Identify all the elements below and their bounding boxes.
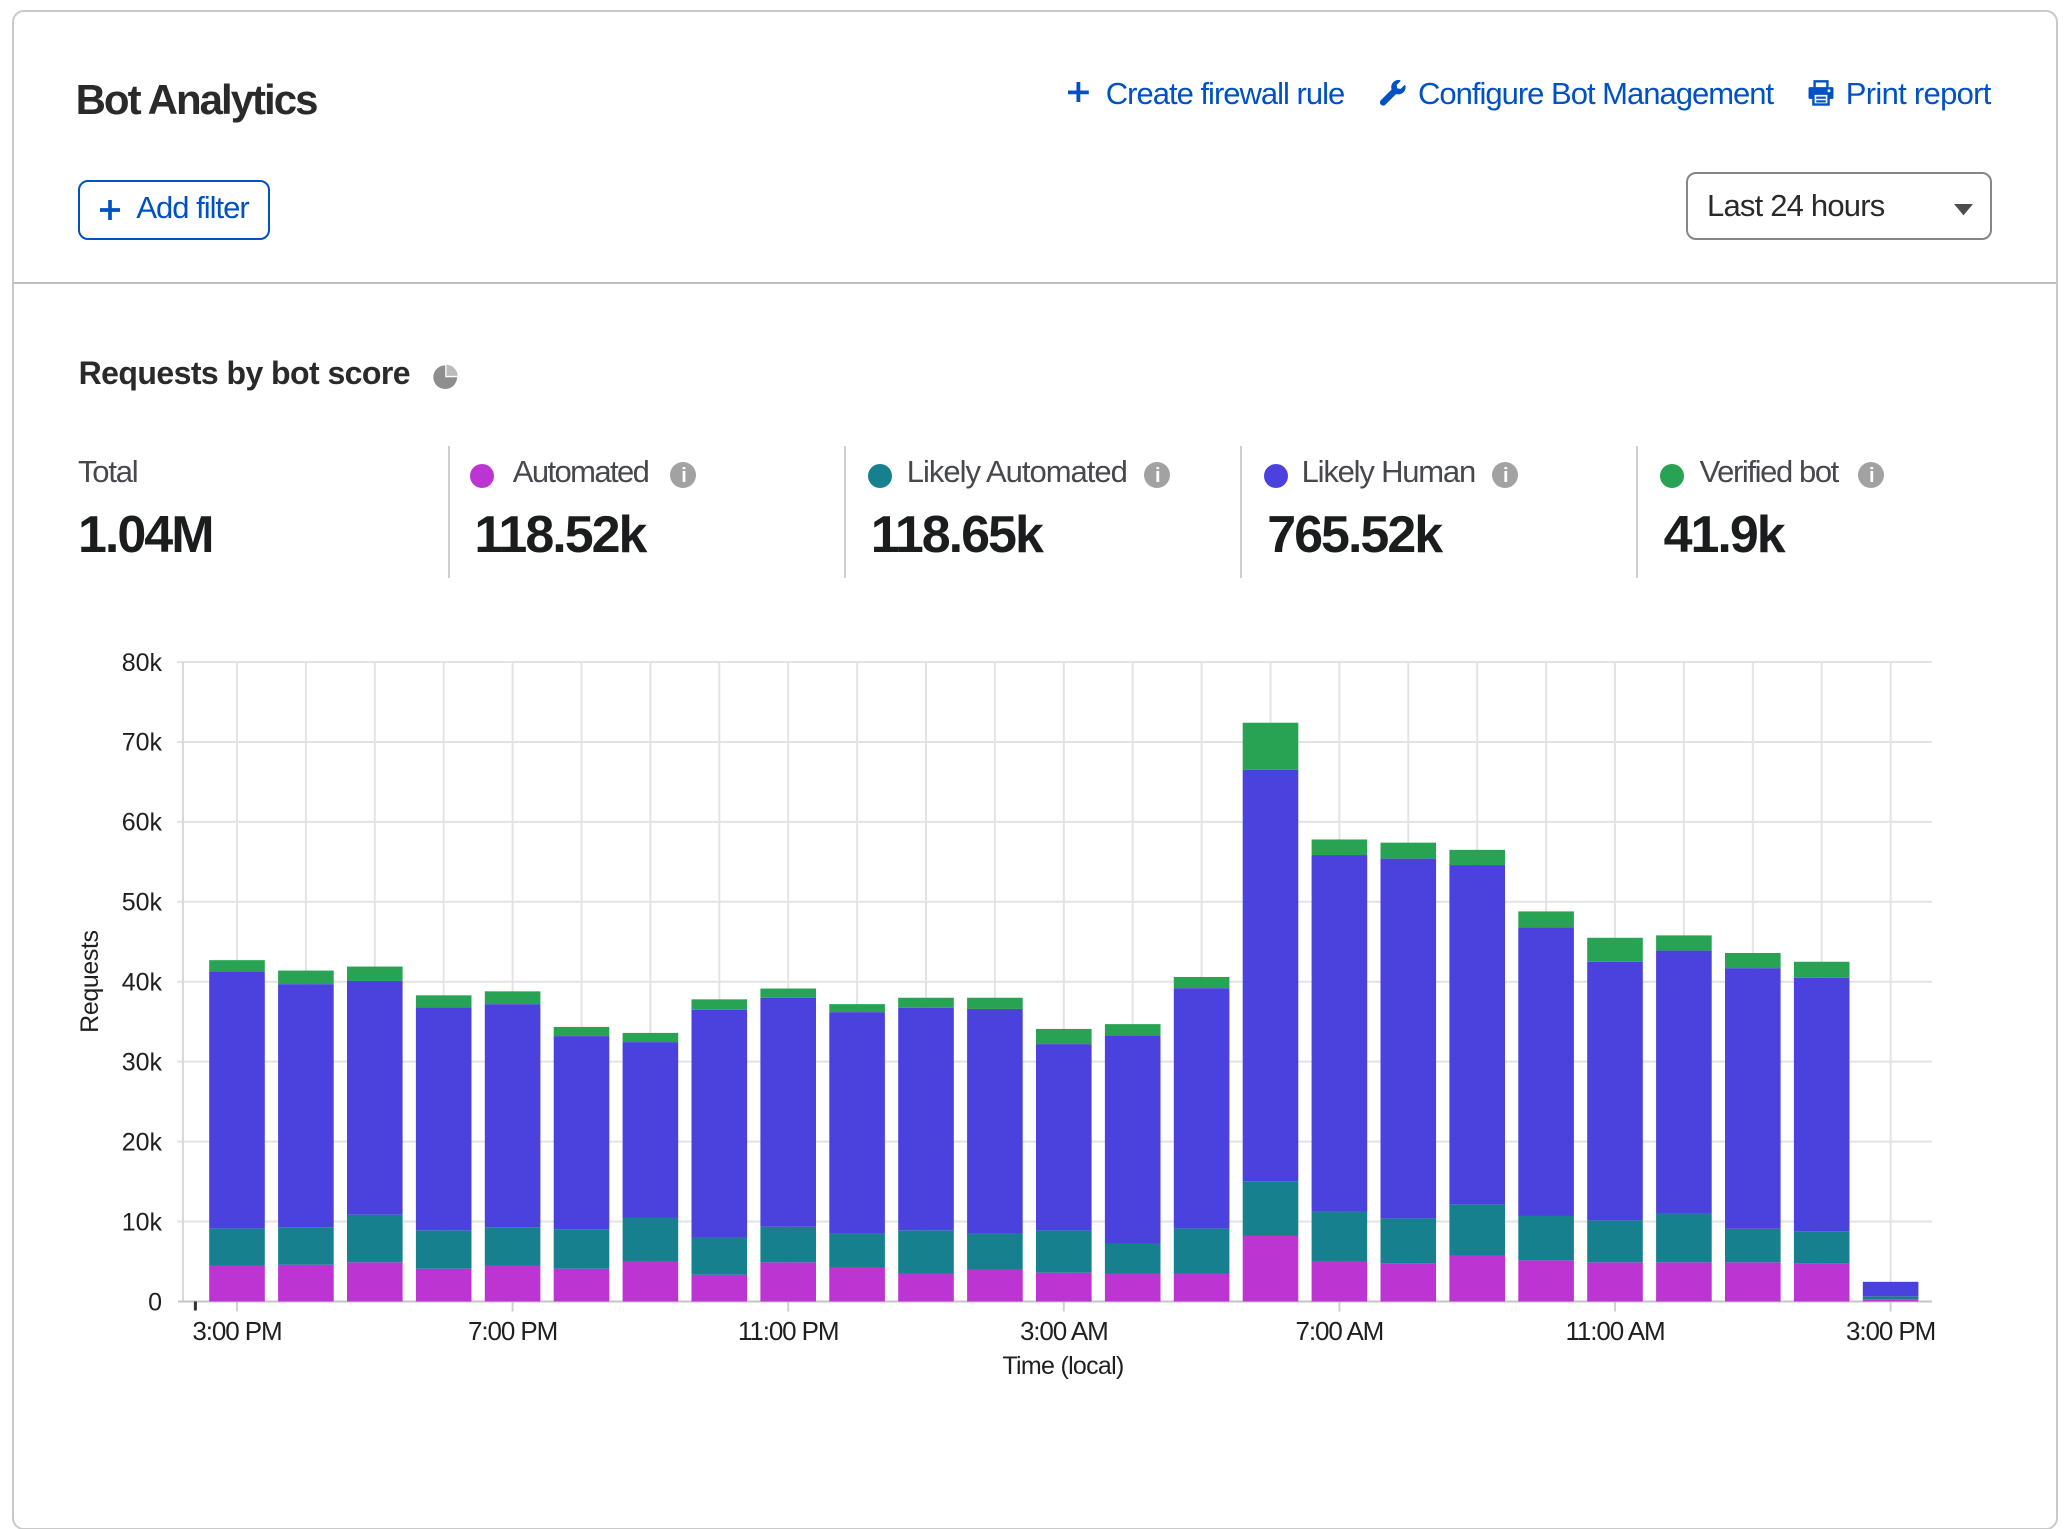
svg-text:3:00 PM: 3:00 PM [192, 1316, 281, 1346]
svg-text:40k: 40k [122, 969, 163, 997]
svg-text:Time (local): Time (local) [1002, 1352, 1123, 1380]
svg-text:10k: 10k [122, 1208, 163, 1236]
svg-text:20k: 20k [122, 1128, 163, 1156]
svg-text:60k: 60k [122, 809, 163, 837]
svg-text:0: 0 [148, 1288, 162, 1316]
svg-text:50k: 50k [122, 889, 163, 917]
svg-text:11:00 AM: 11:00 AM [1565, 1316, 1664, 1346]
svg-text:30k: 30k [122, 1048, 163, 1076]
svg-text:7:00 PM: 7:00 PM [468, 1316, 557, 1346]
svg-text:11:00 PM: 11:00 PM [738, 1316, 839, 1346]
svg-text:70k: 70k [122, 729, 163, 757]
svg-text:3:00 AM: 3:00 AM [1020, 1316, 1108, 1346]
svg-text:3:00 PM: 3:00 PM [1846, 1316, 1935, 1346]
svg-text:80k: 80k [122, 649, 163, 677]
svg-text:7:00 AM: 7:00 AM [1296, 1316, 1384, 1346]
svg-text:Requests: Requests [76, 930, 104, 1032]
